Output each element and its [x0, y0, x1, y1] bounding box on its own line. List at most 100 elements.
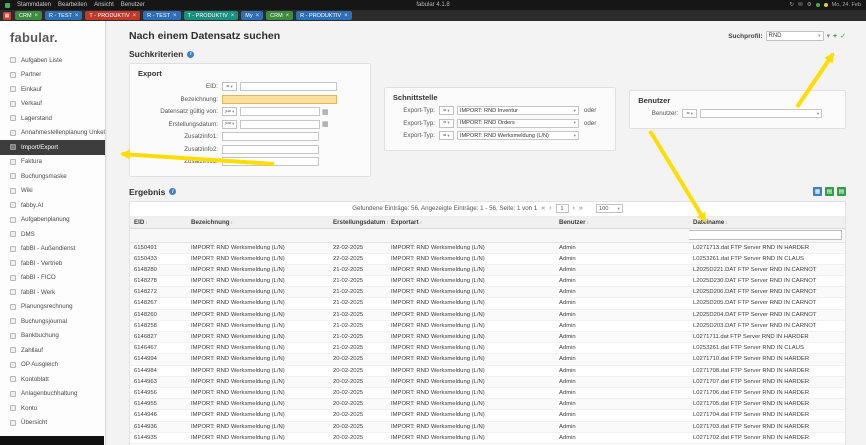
session-tab[interactable]: R - TEST × [45, 11, 83, 20]
dateiname-cell[interactable]: L0271713.dat FTP Server RND IN HARDER [689, 242, 845, 254]
dateiname-cell[interactable]: L0271708.dat FTP Server RND IN HARDER [689, 365, 845, 377]
dateiname-cell[interactable]: L0253261.dat FTP Server RND IN CLAUS [689, 342, 845, 355]
eid-cell[interactable]: 6148272 [130, 286, 187, 299]
chevron-down-icon[interactable]: ▾ [818, 33, 820, 39]
dateiname-cell[interactable]: L0271706.dat FTP Server RND IN HARDER [689, 387, 845, 400]
dateiname-cell[interactable]: L0271703.dat FTP Server RND IN HARDER [689, 421, 845, 433]
eid-cell[interactable]: 6144955 [130, 398, 187, 411]
mail-icon[interactable]: ✉ [798, 2, 803, 8]
eid-cell[interactable]: 6144984 [130, 365, 187, 377]
sidebar-item[interactable]: fabBI - Außendienst [0, 242, 105, 257]
col-header-benutzer[interactable]: Benutzer↕ [555, 216, 689, 229]
next-page-button[interactable]: › [573, 205, 575, 212]
export-typ-select[interactable]: IMPORT: RND Werksmeldung (L/N) ▾ [456, 131, 579, 140]
add-profile-icon[interactable]: + [833, 33, 837, 40]
dateiname-cell[interactable]: L2025D221.DAT FTP Server RND IN CARNOT [689, 264, 845, 277]
sidebar-item[interactable]: Buchungsmaske [0, 169, 105, 184]
tab-close-icon[interactable]: × [286, 13, 290, 19]
session-tab[interactable]: R - TEST × [143, 11, 181, 20]
tab-close-icon[interactable]: × [133, 13, 137, 19]
table-row[interactable]: 6148272 IMPORT: RND Werksmeldung (L/N) 2… [130, 286, 845, 299]
erstellungsdatum-input[interactable] [240, 119, 320, 129]
table-row[interactable]: 6146827 IMPORT: RND Werksmeldung (L/N) 2… [130, 331, 845, 344]
eid-input[interactable] [240, 82, 337, 91]
tab-close-icon[interactable]: × [173, 13, 177, 19]
export-typ-operator-select[interactable]: = ▾ [438, 131, 454, 140]
session-tab[interactable]: CRM × [15, 11, 43, 20]
benutzer-operator-select[interactable]: = ▾ [682, 109, 698, 118]
sidebar-item[interactable]: OP Ausgleich [0, 358, 105, 373]
sidebar-item[interactable]: Übersicht [0, 416, 105, 431]
dateiname-cell[interactable]: L2025D206.DAT FTP Server RND IN CARNOT [689, 286, 845, 299]
info-icon[interactable]: i [187, 50, 195, 58]
page-size-select[interactable]: 100 ▾ [595, 204, 623, 213]
sidebar-item[interactable]: fabBI - Werk [0, 285, 105, 300]
sort-icon[interactable]: ↕ [386, 220, 389, 226]
sidebar-item[interactable]: Anlagenbuchhaltung [0, 387, 105, 402]
sidebar-item[interactable]: Buchungsjournal [0, 314, 105, 329]
dateiname-filter-input[interactable] [689, 229, 842, 240]
table-row[interactable]: 6144994 IMPORT: RND Werksmeldung (L/N) 2… [130, 353, 845, 366]
export-typ-operator-select[interactable]: = ▾ [438, 106, 454, 115]
sidebar-item[interactable]: Annahmestellenplanung Unkel [0, 126, 105, 141]
benutzer-select[interactable]: ▾ [700, 109, 823, 118]
sidebar-item[interactable]: fabby.AI [0, 198, 105, 213]
sidebar-item[interactable]: Aufgabenplanung [0, 213, 105, 228]
menu-ansicht[interactable]: Ansicht [94, 2, 114, 8]
dateiname-cell[interactable]: L2025D204.DAT FTP Server RND IN CARNOT [689, 309, 845, 321]
sidebar-item[interactable]: fabBI - FICO [0, 271, 105, 286]
sidebar-item[interactable]: Einkauf [0, 82, 105, 97]
menu-stammdaten[interactable]: Stammdaten [17, 2, 51, 8]
gear-icon[interactable]: ⚙ [807, 2, 812, 8]
prev-page-button[interactable]: ‹ [549, 205, 551, 212]
tab-close-icon[interactable]: × [75, 13, 79, 19]
info-icon[interactable]: i [169, 188, 177, 195]
tab-close-icon[interactable]: × [256, 13, 260, 19]
sidebar-item[interactable]: DMS [0, 227, 105, 242]
table-row[interactable]: 6144936 IMPORT: RND Werksmeldung (L/N) 2… [130, 421, 845, 433]
zusatzinfo3-input[interactable] [222, 157, 319, 166]
suchprofil-input[interactable]: RND ▾ [765, 31, 824, 41]
dateiname-cell[interactable]: L0271704.dat FTP Server RND IN HARDER [689, 409, 845, 422]
eid-cell[interactable]: 6144956 [130, 387, 187, 400]
dateiname-cell[interactable]: L0253261.dat FTP Server RND IN CLAUS [689, 253, 845, 265]
eid-cell[interactable]: 6144963 [130, 376, 187, 388]
dateiname-cell[interactable]: L0271702.dat FTP Server RND IN HARDER [689, 432, 845, 444]
table-row[interactable]: 6146467 IMPORT: RND Werksmeldung (L/N) 2… [130, 342, 845, 355]
sidebar-item[interactable]: Bankbuchung [0, 329, 105, 344]
tab-close-icon[interactable]: × [35, 13, 39, 19]
sidebar-item[interactable]: Partner [0, 68, 105, 83]
table-row[interactable]: 6148280 IMPORT: RND Werksmeldung (L/N) 2… [130, 264, 845, 277]
dateiname-cell[interactable]: L0271710.dat FTP Server RND IN HARDER [689, 353, 845, 366]
dateiname-cell[interactable]: L2025D205.DAT FTP Server RND IN CARNOT [689, 297, 845, 310]
export-typ-select[interactable]: IMPORT: RND Inventur ▾ [456, 106, 579, 115]
export-csv-icon[interactable]: ▤ [837, 187, 846, 196]
calendar-icon[interactable]: ▦ [322, 108, 329, 116]
eid-operator-select[interactable]: = ▾ [222, 82, 237, 91]
menu-benutzer[interactable]: Benutzer [121, 2, 145, 8]
col-header-eid[interactable]: EID↕ [130, 216, 187, 229]
col-header-dateiname[interactable]: Dateiname↕ [689, 216, 845, 229]
bezeichnung-input[interactable] [222, 94, 337, 104]
first-page-button[interactable]: « [541, 205, 545, 212]
erstellung-operator-select[interactable]: >= ▾ [222, 119, 237, 129]
eid-cell[interactable]: 6148280 [130, 264, 187, 277]
sidebar-item[interactable]: Aufgaben Liste [0, 53, 105, 68]
table-row[interactable]: 6150491 IMPORT: RND Werksmeldung (L/N) 2… [130, 242, 845, 254]
col-header-exportart[interactable]: Exportart↕ [387, 216, 555, 229]
table-row[interactable]: 6148258 IMPORT: RND Werksmeldung (L/N) 2… [130, 320, 845, 333]
table-row[interactable]: 6144935 IMPORT: RND Werksmeldung (L/N) 2… [130, 432, 845, 444]
sort-icon[interactable]: ↕ [145, 220, 148, 226]
sidebar-item[interactable]: Import/Export [0, 140, 105, 155]
eid-cell[interactable]: 6148258 [130, 320, 187, 333]
eid-cell[interactable]: 6148267 [130, 297, 187, 310]
table-row[interactable]: 6150433 IMPORT: RND Werksmeldung (L/N) 2… [130, 253, 845, 265]
sidebar-item[interactable]: Faktura [0, 155, 105, 170]
sync-icon[interactable]: ↻ [789, 2, 794, 8]
sort-icon[interactable]: ↕ [586, 220, 589, 226]
export-typ-select[interactable]: IMPORT: RND Orders ▾ [456, 118, 579, 128]
tab-close-icon[interactable]: × [344, 13, 348, 19]
eid-cell[interactable]: 6144946 [130, 409, 187, 422]
last-page-button[interactable]: » [579, 205, 583, 212]
sidebar-item[interactable]: Lagerstand [0, 111, 105, 126]
